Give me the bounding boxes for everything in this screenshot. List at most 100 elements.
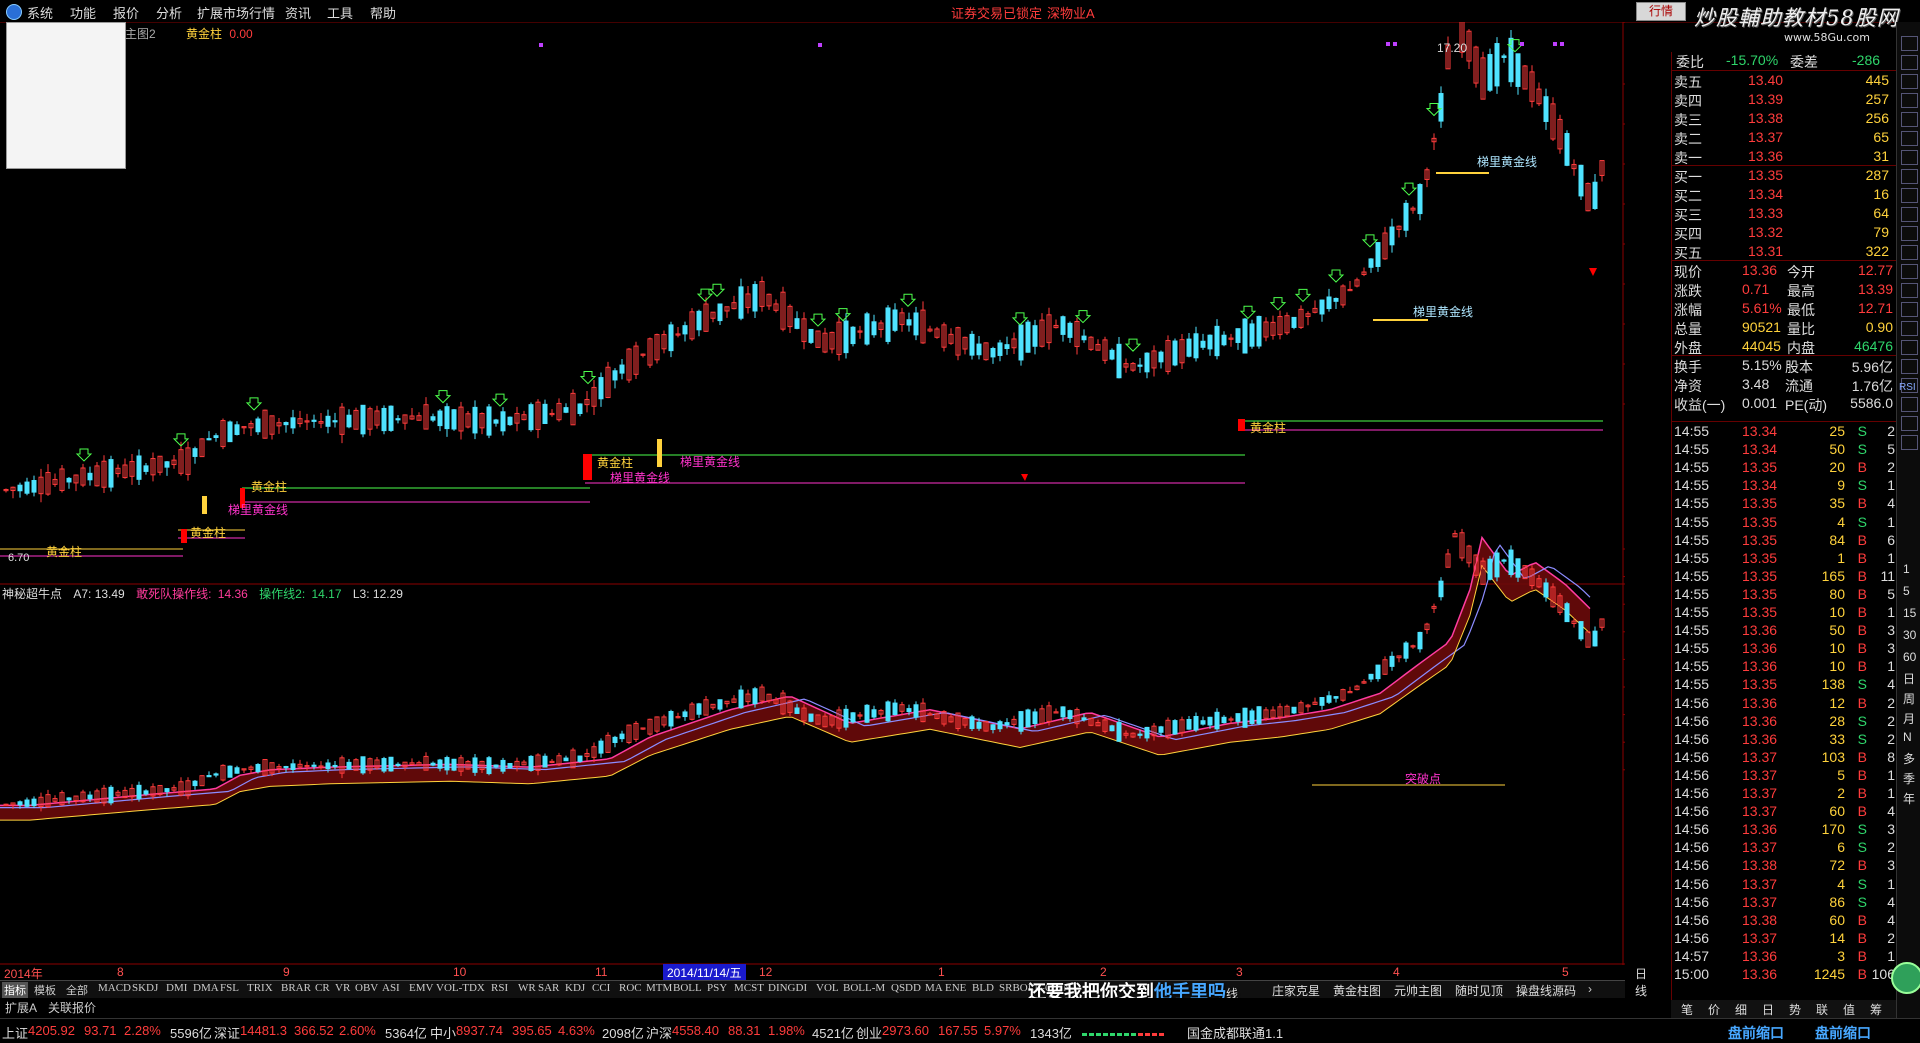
rsi-button[interactable]: RSI xyxy=(1899,382,1916,393)
menu-quote[interactable]: 报价 xyxy=(113,3,139,22)
period-button[interactable]: 月 xyxy=(1903,710,1915,727)
tab-roc[interactable]: ROC xyxy=(619,982,642,994)
menu-function[interactable]: 功能 xyxy=(70,3,96,22)
toolbar-icon[interactable] xyxy=(1901,359,1918,374)
menu-analysis[interactable]: 分析 xyxy=(156,3,182,22)
tab-right-1[interactable]: 黄金柱图 xyxy=(1333,982,1381,999)
toolbar-icon[interactable] xyxy=(1901,302,1918,317)
ext-a-tab[interactable]: 扩展A xyxy=(5,999,37,1016)
tab-mcst[interactable]: MCST xyxy=(734,982,764,994)
toolbar-icon[interactable] xyxy=(1901,435,1918,450)
menu-help[interactable]: 帮助 xyxy=(370,3,396,22)
tab-cr[interactable]: CR xyxy=(315,982,330,994)
period-button[interactable]: 日 xyxy=(1903,670,1915,687)
menu-system[interactable]: 系统 xyxy=(27,3,53,22)
period-15-button[interactable]: 15 xyxy=(1903,606,1916,620)
toolbar-icon[interactable] xyxy=(1901,340,1918,355)
toolbar-icon[interactable] xyxy=(1901,321,1918,336)
tab-ene[interactable]: ENE xyxy=(945,982,966,994)
toolbar-icon[interactable] xyxy=(1901,397,1918,412)
tab-指标[interactable]: 指标 xyxy=(2,982,28,998)
tab-dma[interactable]: DMA xyxy=(193,982,219,994)
tab-vol[interactable]: VOL xyxy=(816,982,839,994)
kline-chart[interactable]: 16.0015.0014.0013.0012.0011.0010.009.008… xyxy=(0,22,1625,975)
toolbar-icon[interactable] xyxy=(1901,169,1918,184)
tab-right-4[interactable]: 操盘线源码 xyxy=(1516,982,1576,999)
tab-vol-tdx[interactable]: VOL-TDX xyxy=(436,982,485,994)
toolbar-icon[interactable] xyxy=(1901,74,1918,89)
toolbar-icon[interactable] xyxy=(1901,416,1918,431)
toolbar-icon[interactable] xyxy=(1901,112,1918,127)
tab-mtm[interactable]: MTM xyxy=(646,982,672,994)
period-1-button[interactable]: 1 xyxy=(1903,562,1910,576)
panel-tab-3[interactable]: 日 xyxy=(1762,1001,1774,1018)
panel-tab-5[interactable]: 联 xyxy=(1816,1001,1828,1018)
panel-tab-4[interactable]: 势 xyxy=(1789,1001,1801,1018)
period-button[interactable]: 季 xyxy=(1903,770,1915,787)
tab-asi[interactable]: ASI xyxy=(382,982,400,994)
tab-boll[interactable]: BOLL xyxy=(673,982,702,994)
menu-info[interactable]: 资讯 xyxy=(285,3,311,22)
tab-psy[interactable]: PSY xyxy=(707,982,727,994)
panel-tab-7[interactable]: 筹 xyxy=(1870,1001,1882,1018)
tab-rsi[interactable]: RSI xyxy=(491,982,508,994)
menu-ext-market[interactable]: 扩展市场行情 xyxy=(197,3,275,22)
tab-dingdi[interactable]: DINGDI xyxy=(768,982,807,994)
tab-right-0[interactable]: 庄家克星 xyxy=(1272,982,1320,999)
toolbar-icon[interactable] xyxy=(1901,55,1918,70)
server-name[interactable]: 国金成都联通1.1 xyxy=(1187,1023,1283,1042)
menu-tools[interactable]: 工具 xyxy=(327,3,353,22)
toolbar-icon[interactable] xyxy=(1901,226,1918,241)
period-5-button[interactable]: 5 xyxy=(1903,584,1910,598)
candle-body xyxy=(290,763,296,770)
period-button[interactable]: 年 xyxy=(1903,790,1915,807)
tab-scroll-right-icon[interactable]: › xyxy=(1588,982,1592,996)
tab-emv[interactable]: EMV xyxy=(409,982,433,994)
period-button[interactable]: N xyxy=(1903,730,1912,744)
panel-tab-2[interactable]: 细 xyxy=(1735,1001,1747,1018)
tab-right-2[interactable]: 元帅主图 xyxy=(1394,982,1442,999)
tab-bld[interactable]: BLD xyxy=(972,982,994,994)
tab-dmi[interactable]: DMI xyxy=(166,982,187,994)
tab-skdj[interactable]: SKDJ xyxy=(132,982,158,994)
tab-boll-m[interactable]: BOLL-M xyxy=(843,982,885,994)
toolbar-icon[interactable] xyxy=(1901,283,1918,298)
market-button[interactable]: 行情 xyxy=(1636,2,1686,21)
tab-macd[interactable]: MACD xyxy=(98,982,131,994)
tab-qsdd[interactable]: QSDD xyxy=(891,982,921,994)
toolbar-icon[interactable] xyxy=(1901,36,1918,51)
tab-全部[interactable]: 全部 xyxy=(66,982,88,998)
toolbar-icon[interactable] xyxy=(1901,188,1918,203)
tab-fsl[interactable]: FSL xyxy=(220,982,239,994)
period-30-button[interactable]: 30 xyxy=(1903,628,1916,642)
period-button[interactable]: 周 xyxy=(1903,690,1915,707)
period-button[interactable]: 多 xyxy=(1903,750,1915,767)
bottom-right-link-a[interactable]: 盘前缩口 xyxy=(1728,1023,1784,1043)
panel-tab-0[interactable]: 笔 xyxy=(1681,1001,1693,1018)
toolbar-icon[interactable] xyxy=(1901,245,1918,260)
tab-ma[interactable]: MA xyxy=(925,982,943,994)
tab-kdj[interactable]: KDJ xyxy=(565,982,585,994)
toolbar-icon[interactable] xyxy=(1901,264,1918,279)
panel-tab-1[interactable]: 价 xyxy=(1708,1001,1720,1018)
tab-brar[interactable]: BRAR xyxy=(281,982,311,994)
related-quote-tab[interactable]: 关联报价 xyxy=(48,999,96,1016)
float-ball-icon[interactable] xyxy=(1891,962,1920,994)
tab-obv[interactable]: OBV xyxy=(355,982,378,994)
toolbar-icon[interactable] xyxy=(1901,131,1918,146)
period-label[interactable]: 日线 xyxy=(1635,965,1647,999)
bottom-right-link-b[interactable]: 盘前缩口 xyxy=(1815,1023,1871,1043)
tab-cci[interactable]: CCI xyxy=(592,982,610,994)
tab-sar[interactable]: SAR xyxy=(538,982,559,994)
tab-trix[interactable]: TRIX xyxy=(247,982,273,994)
toolbar-icon[interactable] xyxy=(1901,207,1918,222)
period-60-button[interactable]: 60 xyxy=(1903,650,1916,664)
tab-vr[interactable]: VR xyxy=(335,982,350,994)
popup-window[interactable] xyxy=(6,22,126,169)
panel-tab-6[interactable]: 值 xyxy=(1843,1001,1855,1018)
toolbar-icon[interactable] xyxy=(1901,93,1918,108)
tab-wr[interactable]: WR xyxy=(518,982,536,994)
tab-right-3[interactable]: 随时见顶 xyxy=(1455,982,1503,999)
tab-模板[interactable]: 模板 xyxy=(34,982,56,998)
toolbar-icon[interactable] xyxy=(1901,150,1918,165)
